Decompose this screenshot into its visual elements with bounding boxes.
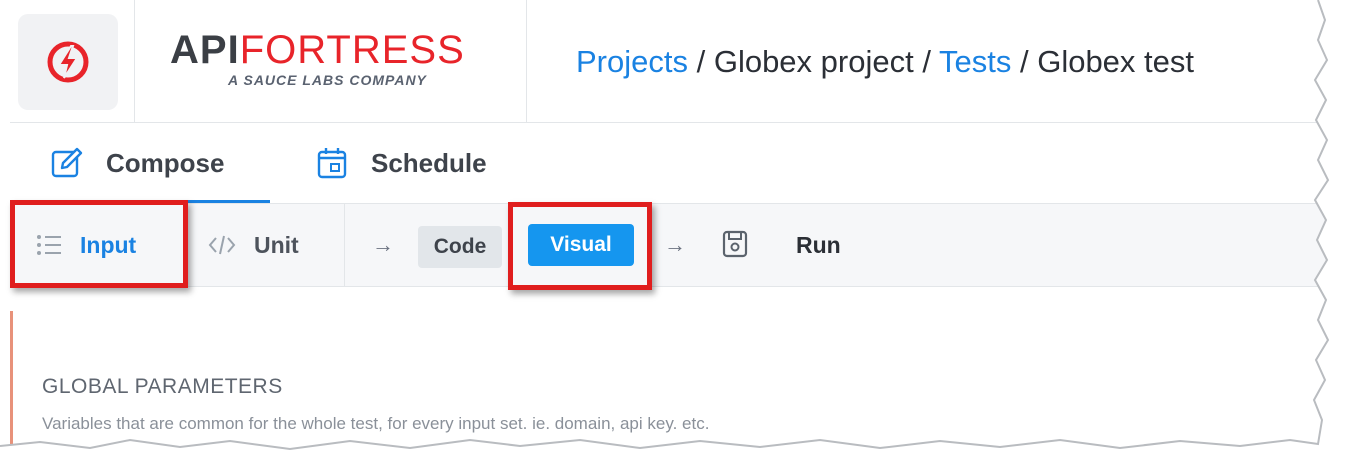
unit-button[interactable]: Unit: [208, 204, 299, 286]
header-divider: [526, 0, 527, 122]
section-accent-bar: [10, 311, 13, 474]
breadcrumb: Projects / Globex project / Tests / Glob…: [576, 44, 1194, 80]
toolbar-divider: [344, 204, 345, 286]
arrow-right-icon: →: [664, 232, 686, 257]
unit-button-label: Unit: [254, 231, 299, 258]
brand-logo: APIFORTRESS A SAUCE LABS COMPANY: [170, 30, 490, 100]
code-icon: [208, 235, 236, 255]
brand-tagline: A SAUCE LABS COMPANY: [228, 72, 427, 88]
run-button[interactable]: Run: [796, 204, 841, 286]
breadcrumb-separator: /: [1011, 44, 1038, 79]
brand-name-bold: API: [170, 28, 240, 72]
section-description: Variables that are common for the whole …: [42, 414, 710, 433]
highlight-input: [10, 200, 188, 288]
breadcrumb-projects-link[interactable]: Projects: [576, 44, 688, 79]
calendar-icon: [315, 146, 349, 180]
arrow-right-icon: →: [372, 232, 394, 257]
app-logo[interactable]: [18, 14, 118, 110]
edit-icon: [50, 146, 84, 180]
tab-compose-label: Compose: [106, 147, 225, 178]
brand-name-light: FORTRESS: [239, 28, 465, 72]
section-title: GLOBAL PARAMETERS: [42, 375, 283, 398]
editor-content: GLOBAL PARAMETERS Variables that are com…: [10, 287, 1330, 474]
main-tabs: Compose Schedule: [10, 123, 1330, 204]
tab-schedule-label: Schedule: [371, 147, 487, 178]
breadcrumb-separator: /: [687, 44, 714, 79]
breadcrumb-separator: /: [913, 44, 939, 79]
top-header: APIFORTRESS A SAUCE LABS COMPANY Project…: [10, 0, 1330, 123]
highlight-visual: [508, 202, 652, 290]
breadcrumb-project: Globex project: [713, 44, 914, 79]
save-icon[interactable]: [722, 230, 748, 258]
header-divider: [134, 0, 135, 122]
breadcrumb-test: Globex test: [1037, 44, 1195, 79]
breadcrumb-tests-link[interactable]: Tests: [939, 44, 1011, 79]
tab-compose[interactable]: Compose: [50, 123, 224, 203]
code-view-button[interactable]: Code: [418, 226, 502, 268]
tab-schedule[interactable]: Schedule: [315, 123, 487, 203]
compose-toolbar: Input Unit → Code Visual → Run: [10, 204, 1330, 287]
bolt-logo-icon: [47, 41, 89, 83]
app-window: APIFORTRESS A SAUCE LABS COMPANY Project…: [0, 0, 1348, 474]
